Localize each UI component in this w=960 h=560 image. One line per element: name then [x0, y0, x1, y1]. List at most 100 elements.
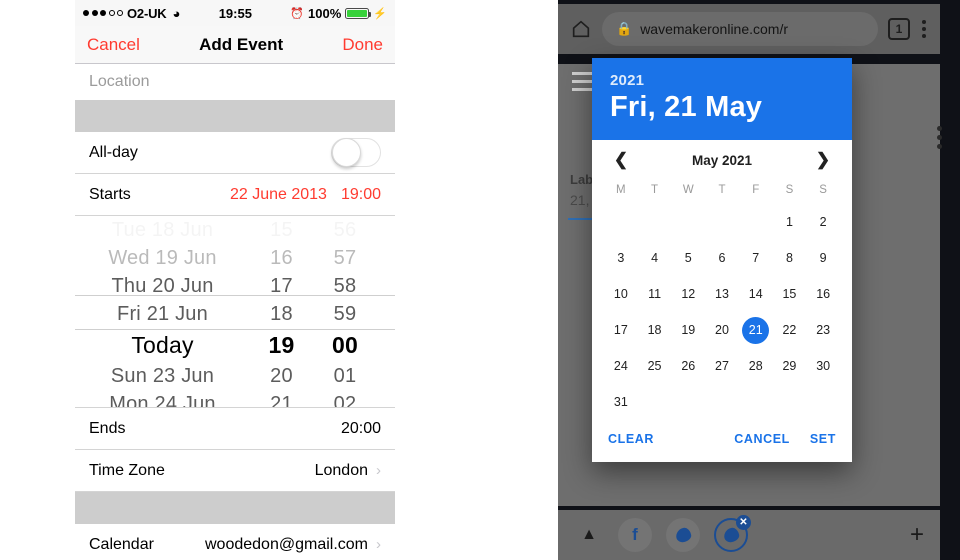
calendar-day[interactable]: 30 [806, 348, 840, 384]
bird-tab-icon[interactable] [666, 518, 700, 552]
calendar-day[interactable]: 9 [806, 240, 840, 276]
calendar-day-selected[interactable]: 21 [739, 312, 773, 348]
ends-row[interactable]: Ends 20:00 [75, 408, 395, 450]
screenshot-root: O2-UK ◕ 19:55 ⏰ 100% ⚡ Cancel Add Event … [0, 0, 960, 560]
calendar-day[interactable]: 11 [638, 276, 672, 312]
kebab-menu-icon[interactable] [937, 126, 942, 149]
picker-row[interactable]: Sun 23 Jun 20 01 [75, 362, 395, 390]
ios-nav-bar: Cancel Add Event Done [75, 26, 395, 64]
material-datepicker-dialog: 2021 Fri, 21 May ❮ May 2021 ❯ MTWTFSS 12… [592, 58, 852, 462]
calendar-day[interactable]: 31 [604, 384, 638, 420]
calendar-day[interactable]: 4 [638, 240, 672, 276]
calendar-day[interactable]: 3 [604, 240, 638, 276]
calendar-day[interactable]: 8 [773, 240, 807, 276]
location-input[interactable]: Location [75, 64, 395, 100]
picker-row[interactable]: Wed 19 Jun 16 57 [75, 244, 395, 272]
calendar-day[interactable]: 12 [671, 276, 705, 312]
kebab-menu-icon[interactable] [920, 18, 928, 40]
all-day-toggle[interactable] [331, 138, 381, 167]
bird-tab-active-icon[interactable]: ✕ [714, 515, 751, 552]
picker-hour: 21 [270, 392, 293, 408]
calendar-day-label: 18 [647, 323, 662, 337]
calendar-day[interactable]: 2 [806, 204, 840, 240]
calendar-day-label: 9 [819, 251, 827, 265]
url-bar[interactable]: 🔒 wavemakeronline.com/r [602, 12, 878, 46]
chevron-right-icon: › [376, 462, 381, 479]
starts-row[interactable]: Starts 22 June 2013 19:00 [75, 174, 395, 216]
url-text: wavemakeronline.com/r [640, 21, 789, 37]
picker-row[interactable]: Fri 21 Jun 18 59 [75, 300, 395, 328]
picker-minute: 01 [333, 364, 357, 387]
calendar-day[interactable]: 14 [739, 276, 773, 312]
calendar-day-label: 15 [782, 287, 797, 301]
close-icon[interactable]: ✕ [736, 515, 751, 530]
calendar-day[interactable]: 29 [773, 348, 807, 384]
calendar-day[interactable]: 18 [638, 312, 672, 348]
calendar-day[interactable]: 19 [671, 312, 705, 348]
datetime-picker-wheel[interactable]: Tue 18 Jun 15 56 Wed 19 Jun 16 57 Thu 20 Jun 17… [75, 216, 395, 408]
starts-date[interactable]: 22 June 2013 [230, 186, 327, 204]
calendar-day[interactable]: 1 [773, 204, 807, 240]
calendar-day[interactable]: 5 [671, 240, 705, 276]
calendar-day[interactable]: 20 [705, 312, 739, 348]
facebook-icon[interactable]: f [618, 518, 652, 552]
calendar-day[interactable]: 23 [806, 312, 840, 348]
chevron-left-icon[interactable]: ❮ [608, 150, 634, 170]
time-zone-label: Time Zone [89, 461, 165, 479]
calendar-day[interactable]: 7 [739, 240, 773, 276]
datepicker-calendar-grid[interactable]: MTWTFSS 1 2 3 4 5 6 7 8 9 10 11 12 13 14 15 16 17 18 19 20 2… [592, 176, 852, 426]
chevron-right-icon[interactable]: ❯ [810, 150, 836, 170]
calendar-day-label: 8 [785, 251, 793, 265]
time-zone-row[interactable]: Time Zone London › [75, 450, 395, 492]
alarm-clock-icon: ⏰ [290, 7, 305, 20]
calendar-day[interactable]: 13 [705, 276, 739, 312]
picker-hour: 20 [270, 364, 293, 387]
calendar-day-label: 14 [748, 287, 763, 301]
picker-row[interactable]: Tue 18 Jun 15 56 [75, 216, 395, 244]
calendar-day-label: 20 [715, 323, 729, 337]
weekday-label: S [785, 184, 794, 196]
datepicker-month-title[interactable]: May 2021 [634, 153, 810, 168]
picker-hour: 16 [270, 246, 293, 269]
datepicker-year[interactable]: 2021 [610, 72, 834, 89]
calendar-day[interactable]: 24 [604, 348, 638, 384]
calendar-day-label: 2 [819, 215, 827, 229]
calendar-day[interactable]: 6 [705, 240, 739, 276]
picker-hour: 19 [268, 331, 295, 358]
cancel-button[interactable]: Cancel [87, 35, 140, 55]
all-day-row[interactable]: All-day [75, 132, 395, 174]
calendar-day[interactable]: 27 [705, 348, 739, 384]
section-spacer-top [75, 100, 395, 132]
calendar-day-label: 23 [816, 323, 831, 337]
starts-time[interactable]: 19:00 [341, 186, 381, 204]
picker-minute: 56 [333, 218, 357, 241]
cancel-button[interactable]: CANCEL [734, 432, 790, 446]
calendar-day-label: 4 [651, 251, 659, 265]
calendar-day[interactable]: 17 [604, 312, 638, 348]
clear-button[interactable]: CLEAR [608, 432, 654, 446]
calendar-day[interactable]: 26 [671, 348, 705, 384]
calendar-day[interactable]: 25 [638, 348, 672, 384]
calendar-day[interactable]: 22 [773, 312, 807, 348]
done-button[interactable]: Done [342, 35, 383, 55]
calendar-day-label: 7 [752, 251, 760, 265]
chevron-right-icon: › [376, 536, 381, 553]
tab-count-label: 1 [895, 22, 903, 36]
calendar-day[interactable]: 15 [773, 276, 807, 312]
battery-percent-label: 100% [308, 5, 342, 21]
android-browser-screen: Lab 21, 🔒 wavemakeronline.com/r 1 2021 F… [558, 0, 960, 560]
picker-row[interactable]: Mon 24 Jun 21 02 [75, 390, 395, 408]
plus-icon[interactable]: + [910, 523, 924, 547]
set-button[interactable]: SET [810, 432, 836, 446]
tab-counter-button[interactable]: 1 [888, 18, 910, 40]
calendar-week-row: 24 25 26 27 28 29 30 [604, 348, 840, 384]
bottom-toolbar: ▲ f ✕ + [558, 510, 940, 560]
calendar-day[interactable]: 16 [806, 276, 840, 312]
home-icon[interactable] [570, 18, 592, 40]
calendar-day[interactable]: 28 [739, 348, 773, 384]
calendar-row[interactable]: Calendar woodedon@gmail.com › [75, 524, 395, 560]
calendar-day[interactable]: 10 [604, 276, 638, 312]
calendar-day-label: 11 [648, 287, 662, 301]
chevron-up-icon[interactable]: ▲ [574, 526, 604, 544]
picker-row-selected[interactable]: Today 19 00 [75, 328, 395, 362]
